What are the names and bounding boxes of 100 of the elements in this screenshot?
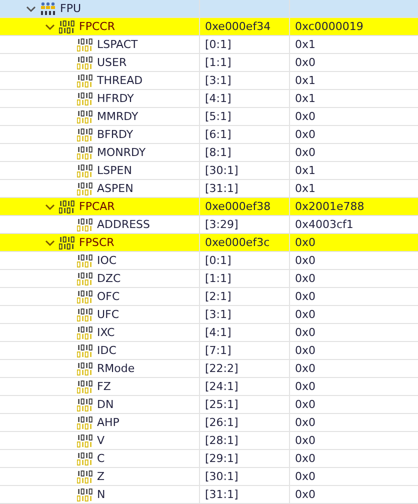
field-bits: [7:1] [205, 344, 232, 357]
register-icon [59, 20, 75, 34]
bitfield-icon [77, 56, 93, 70]
field-bits: [8:1] [205, 146, 232, 159]
field-value: 0x1 [295, 74, 316, 87]
field-name: C [97, 452, 105, 465]
bitfield-icon [77, 92, 93, 106]
field-name: Z [97, 470, 105, 483]
field-bits: [22:2] [205, 362, 238, 375]
register-row[interactable]: FPCCR 0xe000ef34 0xc0000019 [0, 18, 418, 36]
field-name: AHP [97, 416, 120, 429]
field-bits: [30:1] [205, 164, 238, 177]
bitfield-icon [77, 398, 93, 412]
field-name: BFRDY [97, 128, 134, 141]
field-value: 0x1 [295, 164, 316, 177]
bitfield-icon [77, 254, 93, 268]
peripheral-icon [40, 2, 56, 16]
bitfield-icon [77, 470, 93, 484]
field-bits: [3:1] [205, 308, 232, 321]
field-value: 0x0 [295, 470, 316, 483]
register-address: 0xe000ef34 [205, 20, 271, 33]
field-name: N [97, 488, 106, 501]
register-icon [59, 236, 75, 250]
field-value: 0x0 [295, 56, 316, 69]
field-name: MONRDY [97, 146, 146, 159]
bitfield-icon [77, 164, 93, 178]
field-value: 0x1 [295, 38, 316, 51]
register-address: 0xe000ef3c [205, 236, 270, 249]
chevron-icon[interactable] [45, 202, 55, 212]
field-name: DZC [97, 272, 121, 285]
field-value: 0x0 [295, 272, 316, 285]
chevron-icon[interactable] [26, 4, 36, 14]
field-bits: [24:1] [205, 380, 238, 393]
bitfield-icon [77, 488, 93, 502]
field-name: RMode [97, 362, 135, 375]
register-name: FPSCR [79, 236, 114, 249]
bitfield-icon [77, 308, 93, 322]
field-bits: [4:1] [205, 92, 232, 105]
bitfield-icon [77, 452, 93, 466]
peripheral-row[interactable]: FPU [0, 0, 418, 18]
field-name: V [97, 434, 105, 447]
field-bits: [31:1] [205, 488, 238, 501]
field-name: UFC [97, 308, 120, 321]
field-name: USER [97, 56, 127, 69]
field-value: 0x0 [295, 362, 316, 375]
peripheral-name: FPU [60, 2, 82, 15]
field-value: 0x0 [295, 290, 316, 303]
field-name: IXC [97, 326, 115, 339]
field-bits: [0:1] [205, 254, 232, 267]
field-name: FZ [97, 380, 111, 393]
field-value: 0x1 [295, 182, 316, 195]
register-row[interactable]: FPCAR 0xe000ef38 0x2001e788 [0, 198, 418, 216]
field-bits: [29:1] [205, 452, 238, 465]
chevron-icon[interactable] [45, 22, 55, 32]
bitfield-icon [77, 290, 93, 304]
field-value: 0x0 [295, 416, 316, 429]
bitfield-icon [77, 110, 93, 124]
register-icon [59, 200, 75, 214]
field-bits: [1:1] [205, 56, 232, 69]
field-name: DN [97, 398, 114, 411]
field-bits: [25:1] [205, 398, 238, 411]
register-value: 0x2001e788 [295, 200, 364, 213]
field-value: 0x0 [295, 380, 316, 393]
chevron-icon[interactable] [45, 238, 55, 248]
bitfield-icon [77, 272, 93, 286]
field-name: MMRDY [97, 110, 138, 123]
field-name: IOC [97, 254, 117, 267]
field-value: 0x0 [295, 344, 316, 357]
field-value: 0x0 [295, 110, 316, 123]
field-bits: [31:1] [205, 182, 238, 195]
field-bits: [1:1] [205, 272, 232, 285]
field-name: ASPEN [97, 182, 134, 195]
field-value: 0x0 [295, 452, 316, 465]
field-value: 0x0 [295, 254, 316, 267]
field-value: 0x0 [295, 326, 316, 339]
bitfield-icon [77, 434, 93, 448]
field-value: 0x0 [295, 146, 316, 159]
register-value: 0xc0000019 [295, 20, 364, 33]
field-bits: [3:1] [205, 74, 232, 87]
register-value: 0x0 [295, 236, 316, 249]
field-name: IDC [97, 344, 116, 357]
field-bits: [3:29] [205, 218, 238, 231]
field-name: OFC [97, 290, 120, 303]
bitfield-icon [77, 380, 93, 394]
field-name: THREAD [97, 74, 143, 87]
register-name: FPCAR [79, 200, 115, 213]
field-value: 0x0 [295, 434, 316, 447]
field-bits: [28:1] [205, 434, 238, 447]
bitfield-icon [77, 326, 93, 340]
field-bits: [26:1] [205, 416, 238, 429]
register-row[interactable]: FPSCR 0xe000ef3c 0x0 [0, 234, 418, 252]
field-value: 0x0 [295, 308, 316, 321]
field-bits: [2:1] [205, 290, 232, 303]
field-value: 0x4003cf1 [295, 218, 354, 231]
field-bits: [4:1] [205, 326, 232, 339]
register-name: FPCCR [79, 20, 115, 33]
bitfield-icon [77, 344, 93, 358]
field-bits: [0:1] [205, 38, 232, 51]
field-bits: [30:1] [205, 470, 238, 483]
field-name: HFRDY [97, 92, 134, 105]
